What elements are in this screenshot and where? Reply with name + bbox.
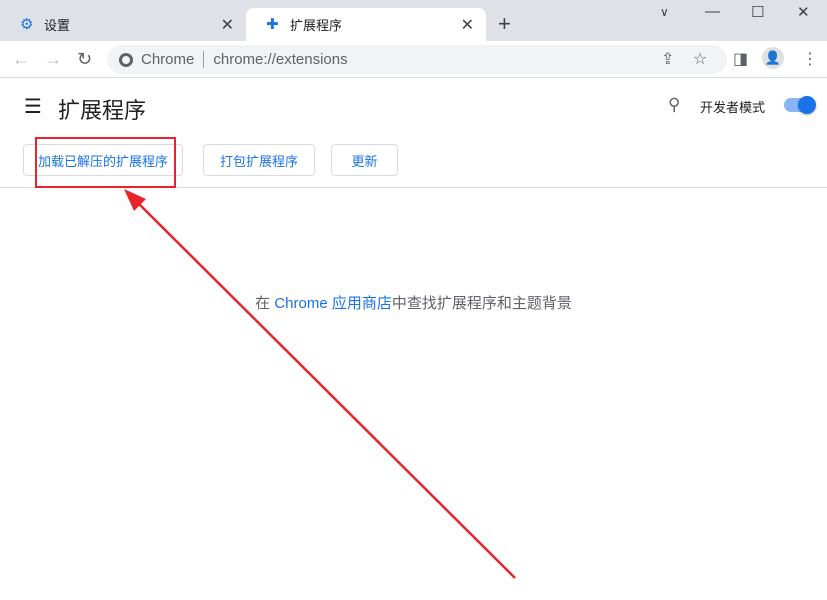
annotation-overlay — [35, 137, 516, 579]
highlight-box — [35, 137, 176, 188]
annotation-arrow — [133, 198, 516, 579]
